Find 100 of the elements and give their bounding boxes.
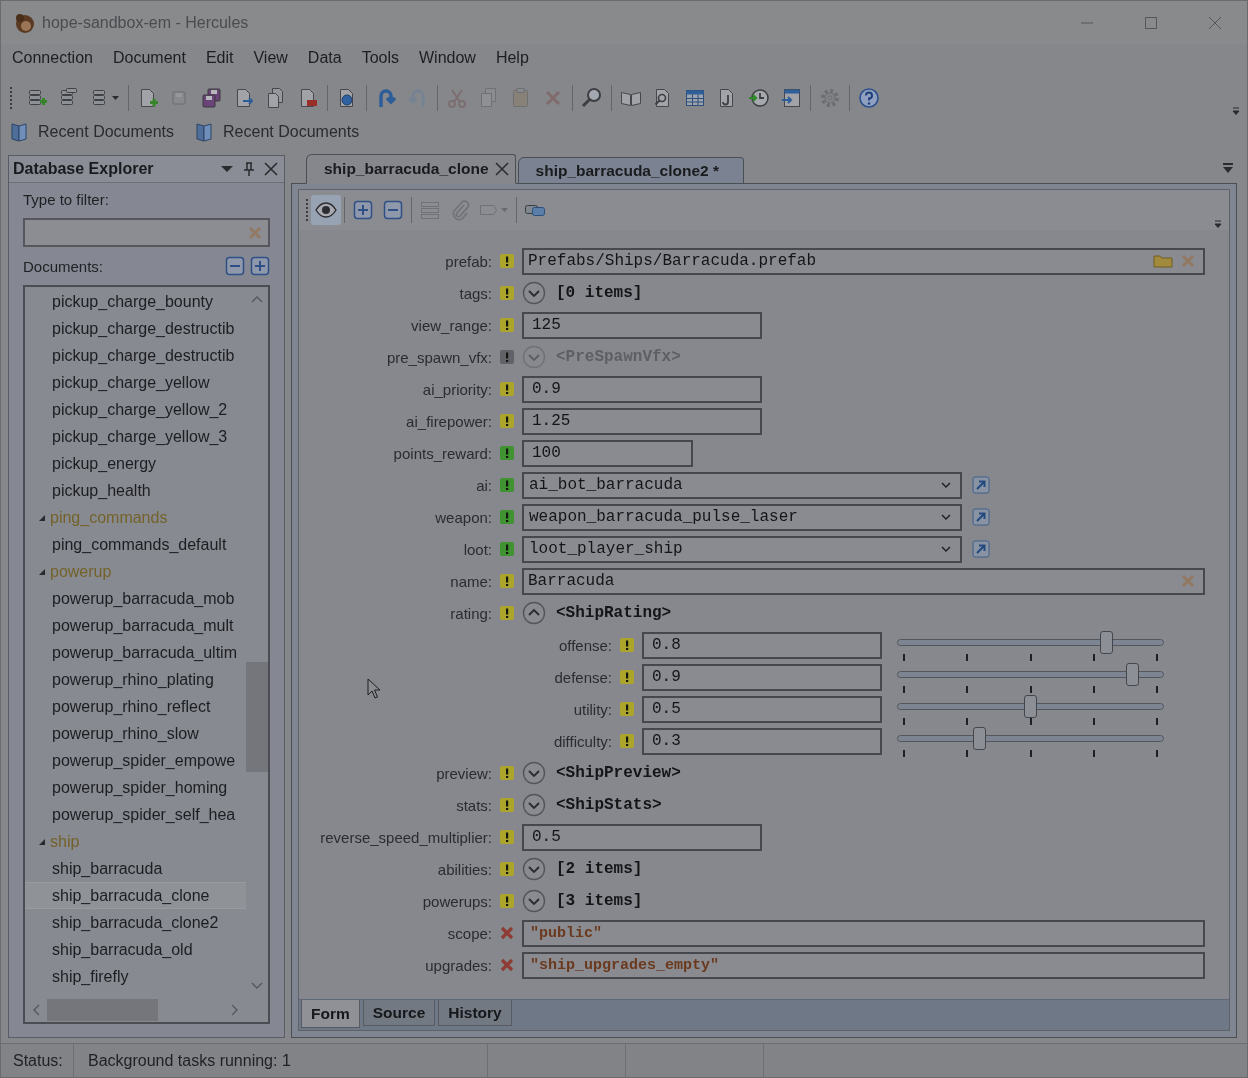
overflow-caret-icon[interactable] <box>1232 107 1240 115</box>
slider-track[interactable] <box>897 663 1164 686</box>
table-icon[interactable] <box>684 87 706 109</box>
slider-thumb[interactable] <box>973 727 987 750</box>
menu-item[interactable]: Tools <box>351 45 409 70</box>
tree-item[interactable]: pickup_health <box>25 477 246 504</box>
scroll-down-icon[interactable] <box>251 982 263 990</box>
slider-thumb[interactable] <box>1125 663 1139 686</box>
number-field[interactable]: 125 <box>522 311 762 339</box>
number-field[interactable]: 0.3 <box>642 727 882 755</box>
menu-item[interactable]: Help <box>485 45 539 70</box>
save-all-icon[interactable] <box>201 87 223 109</box>
tree-item[interactable]: ping_commands_default <box>25 531 246 558</box>
tree-item[interactable]: pickup_charge_bounty <box>25 288 246 315</box>
pin-icon[interactable] <box>243 162 255 176</box>
tree-item[interactable]: pickup_charge_yellow_3 <box>25 423 246 450</box>
tree-item[interactable]: powerup_rhino_slow <box>25 720 246 747</box>
grip-handle-icon[interactable] <box>305 197 309 223</box>
menu-item[interactable]: Edit <box>195 45 244 70</box>
menu-item[interactable]: Window <box>409 45 486 70</box>
slider-thumb[interactable] <box>1100 631 1114 654</box>
number-field[interactable]: 1.25 <box>522 407 762 435</box>
number-field[interactable]: 0.5 <box>522 823 762 851</box>
document-tab[interactable]: ship_barracuda_clone <box>306 154 516 184</box>
number-field[interactable]: 0.9 <box>642 663 882 691</box>
chevron-down-icon[interactable] <box>522 857 546 881</box>
tree-item[interactable]: powerup_barracuda_mob <box>25 585 246 612</box>
filter-field[interactable] <box>23 218 270 247</box>
search-icon[interactable] <box>581 87 603 109</box>
tree-item[interactable]: ship_barracuda_old <box>25 936 246 963</box>
eye-icon[interactable] <box>311 195 341 225</box>
collapse-all-icon[interactable] <box>382 199 404 221</box>
slider-thumb[interactable] <box>1024 695 1037 718</box>
help-icon[interactable] <box>858 87 880 109</box>
external-link-icon[interactable] <box>972 540 990 558</box>
tree-item[interactable]: powerup_spider_empowe <box>25 747 246 774</box>
tree-item[interactable]: ship_barracuda <box>25 855 246 882</box>
scrollbar-thumb[interactable] <box>47 999 158 1021</box>
dropdown-field[interactable]: weapon_barracuda_pulse_laser <box>522 503 962 531</box>
slider-track[interactable] <box>897 695 1164 718</box>
tree-item[interactable]: pickup_charge_yellow_2 <box>25 396 246 423</box>
chevron-down-icon[interactable] <box>522 889 546 913</box>
chevron-down-icon[interactable] <box>522 793 546 817</box>
recent-documents-button[interactable]: Recent Documents <box>195 122 366 142</box>
menu-item[interactable]: Document <box>102 45 196 70</box>
external-link-icon[interactable] <box>972 476 990 494</box>
chevron-up-icon[interactable] <box>522 601 546 625</box>
close-icon[interactable] <box>264 162 278 176</box>
close-icon[interactable] <box>1208 15 1222 30</box>
menu-item[interactable]: Data <box>297 45 352 70</box>
menu-item[interactable]: View <box>243 45 298 70</box>
slider-track[interactable] <box>897 631 1164 654</box>
tree-item[interactable]: pickup_charge_destructib <box>25 342 246 369</box>
expanded-arrow-icon[interactable] <box>38 837 46 846</box>
number-field[interactable]: 0.9 <box>522 375 762 403</box>
text-field[interactable]: Barracuda <box>522 567 1205 595</box>
collapse-all-icon[interactable] <box>225 256 245 276</box>
expanded-arrow-icon[interactable] <box>38 567 46 576</box>
tree-item[interactable]: powerup_barracuda_ultim <box>25 639 246 666</box>
view-tab[interactable]: Source <box>362 1000 436 1026</box>
maximize-icon[interactable] <box>1144 15 1158 30</box>
recent-documents-button[interactable]: Recent Documents <box>10 122 181 142</box>
external-link-icon[interactable] <box>972 508 990 526</box>
number-field[interactable]: 100 <box>522 439 693 467</box>
tree-item[interactable]: ship_barracuda_clone2 <box>25 909 246 936</box>
scrollbar-thumb[interactable] <box>246 661 268 772</box>
tree-item[interactable]: powerup_spider_self_hea <box>25 801 246 828</box>
expand-all-icon[interactable] <box>352 199 374 221</box>
tree-item[interactable]: powerup_barracuda_mult <box>25 612 246 639</box>
dropdown-field[interactable]: ai_bot_barracuda <box>522 471 962 499</box>
window-icon[interactable] <box>780 87 802 109</box>
dropdown-field[interactable]: loot_player_ship <box>522 535 962 563</box>
grip-handle-icon[interactable] <box>9 85 13 111</box>
tab-menu-icon[interactable] <box>1222 162 1234 174</box>
document-tab[interactable]: ship_barracuda_clone2 * <box>517 157 745 184</box>
view-tab[interactable]: History <box>438 1000 512 1026</box>
scroll-left-icon[interactable] <box>32 1004 40 1016</box>
tree-item[interactable]: ship_barracuda_clone <box>25 882 246 909</box>
raw-value-field[interactable]: "ship_upgrades_empty" <box>522 951 1205 979</box>
scroll-right-icon[interactable] <box>231 1004 239 1016</box>
tree-item[interactable]: powerup_rhino_plating <box>25 666 246 693</box>
tree-item[interactable]: powerup_spider_homing <box>25 774 246 801</box>
chevron-down-icon[interactable] <box>522 761 546 785</box>
raw-value-field[interactable]: "public" <box>522 919 1205 947</box>
number-field[interactable]: 0.5 <box>642 695 882 723</box>
expanded-arrow-icon[interactable] <box>38 513 46 522</box>
tree-item[interactable]: pickup_charge_destructib <box>25 315 246 342</box>
tree-item[interactable]: pickup_charge_yellow <box>25 369 246 396</box>
tree-item[interactable]: pickup_energy <box>25 450 246 477</box>
tree-item[interactable]: powerup_rhino_reflect <box>25 693 246 720</box>
slider-track[interactable] <box>897 727 1164 750</box>
history-icon[interactable] <box>748 87 770 109</box>
number-field[interactable]: 0.8 <box>642 631 882 659</box>
menu-item[interactable]: Connection <box>2 45 103 70</box>
close-icon[interactable] <box>494 162 509 176</box>
overflow-caret-icon[interactable] <box>1214 220 1222 228</box>
expand-all-icon[interactable] <box>250 256 270 276</box>
scroll-up-icon[interactable] <box>251 295 263 303</box>
chevron-down-icon[interactable] <box>522 281 546 305</box>
tree-item[interactable]: ship_firefly <box>25 963 246 990</box>
